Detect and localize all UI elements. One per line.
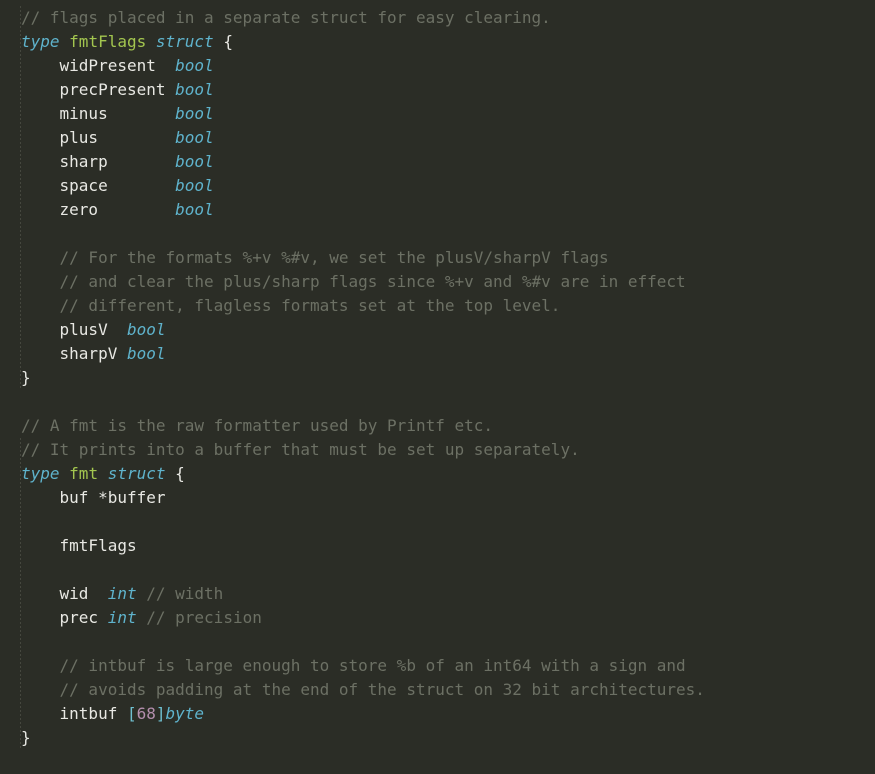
code-token-type: bool [175,128,214,147]
code-token-comment: // intbuf is large enough to store %b of… [59,656,686,675]
code-token-comment: // different, flagless formats set at th… [59,296,561,315]
code-token-type: int [107,608,137,627]
code-token-comment: // width [146,584,224,603]
code-token-type: bool [126,344,166,363]
code-line[interactable]: wid int // width [0,582,705,606]
code-token-type: byte [165,704,205,723]
code-token-comment: // and clear the plus/sharp flags since … [59,272,686,291]
code-token-keyword: type [21,32,60,51]
code-line[interactable]: intbuf [68]byte [0,702,705,726]
code-line[interactable]: plus bool [0,126,705,150]
code-line[interactable]: // It prints into a buffer that must be … [0,438,705,462]
code-line[interactable] [0,630,705,654]
code-line[interactable]: // A fmt is the raw formatter used by Pr… [0,414,705,438]
code-token-plain: fmtFlags [21,536,137,555]
code-token-number: 68 [136,704,156,723]
code-line[interactable] [0,510,705,534]
code-line[interactable]: // flags placed in a separate struct for… [0,6,705,30]
code-token-type: bool [126,320,166,339]
code-token-plain: sharpV [21,344,127,363]
code-line[interactable]: plusV bool [0,318,705,342]
code-token-plain: widPresent [21,56,176,75]
code-line[interactable]: // For the formats %+v %#v, we set the p… [0,246,705,270]
code-token-type: bool [175,152,214,171]
code-line[interactable]: // and clear the plus/sharp flags since … [0,270,705,294]
code-token-keyword: type [21,464,60,483]
code-token-type: int [107,584,137,603]
code-token-plain: plusV [21,320,127,339]
code-line[interactable] [0,390,705,414]
code-line[interactable]: type fmt struct { [0,462,705,486]
code-token-plain: minus [21,104,176,123]
code-editor-viewport[interactable]: // flags placed in a separate struct for… [0,0,875,774]
code-token-bracket: ] [155,704,166,723]
code-token-comment: // For the formats %+v %#v, we set the p… [59,248,609,267]
code-token-punct: } [21,368,31,387]
code-token-punct: { [175,464,185,483]
code-token-typename: fmtFlags [69,32,147,51]
code-token-type: bool [175,104,214,123]
code-line[interactable]: type fmtFlags struct { [0,30,705,54]
code-line[interactable]: precPresent bool [0,78,705,102]
code-token-punct: { [223,32,233,51]
code-token-plain: prec [21,608,108,627]
code-token-comment: // It prints into a buffer that must be … [21,440,580,459]
code-line[interactable]: prec int // precision [0,606,705,630]
code-line[interactable]: } [0,366,705,390]
code-line[interactable] [0,558,705,582]
code-line[interactable]: space bool [0,174,705,198]
code-line[interactable]: fmtFlags [0,534,705,558]
code-token-bracket: [ [126,704,137,723]
code-token-typename: fmt [69,464,99,483]
code-line[interactable]: buf *buffer [0,486,705,510]
code-line[interactable]: zero bool [0,198,705,222]
code-token-keyword: struct [107,464,166,483]
code-token-type: bool [175,80,214,99]
code-line[interactable]: sharp bool [0,150,705,174]
code-line[interactable]: // different, flagless formats set at th… [0,294,705,318]
code-token-plain: sharp [21,152,176,171]
code-token-plain: intbuf [21,704,127,723]
code-line[interactable]: widPresent bool [0,54,705,78]
code-token-type: bool [175,176,214,195]
code-content[interactable]: // flags placed in a separate struct for… [0,0,705,750]
code-line[interactable]: // avoids padding at the end of the stru… [0,678,705,702]
code-line[interactable] [0,222,705,246]
code-token-plain: buf *buffer [21,488,166,507]
code-token-comment: // flags placed in a separate struct for… [21,8,551,27]
code-line[interactable]: // intbuf is large enough to store %b of… [0,654,705,678]
code-token-type: bool [175,56,214,75]
code-line[interactable]: } [0,726,705,750]
code-token-comment: // A fmt is the raw formatter used by Pr… [21,416,494,435]
code-token-punct: } [21,728,31,747]
code-token-keyword: struct [155,32,214,51]
code-token-plain: space [21,176,176,195]
code-token-plain: wid [21,584,108,603]
code-line[interactable]: sharpV bool [0,342,705,366]
code-token-plain: zero [21,200,176,219]
code-token-plain: plus [21,128,176,147]
code-token-comment: // precision [146,608,262,627]
code-token-type: bool [175,200,214,219]
code-token-plain: precPresent [21,80,176,99]
code-line[interactable]: minus bool [0,102,705,126]
code-token-comment: // avoids padding at the end of the stru… [59,680,705,699]
